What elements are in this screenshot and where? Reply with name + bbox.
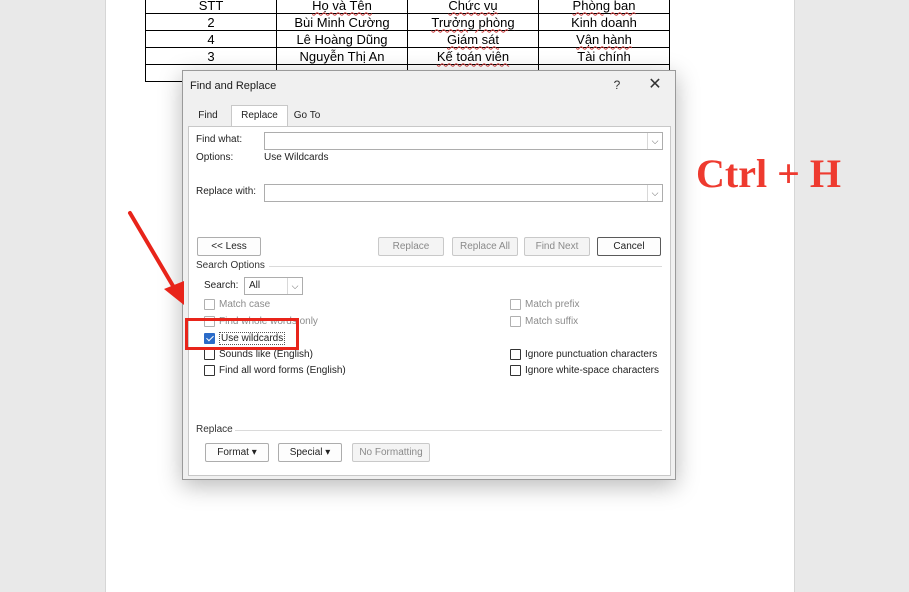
checkbox-label: Ignore punctuation characters xyxy=(525,349,658,360)
table-cell: 2 xyxy=(145,13,277,31)
dialog-title: Find and Replace xyxy=(190,80,277,92)
checkbox-label: Ignore white-space characters xyxy=(525,365,659,376)
table-cell: STT xyxy=(145,0,277,14)
tab-bar: Find Replace Go To xyxy=(187,105,667,126)
chevron-down-icon[interactable]: ⌵ xyxy=(647,133,662,149)
search-options-heading: Search Options xyxy=(196,260,265,271)
table-cell: Kinh doanh xyxy=(538,13,670,31)
table-cell: Vận hành xyxy=(538,30,670,48)
hotkey-annotation: Ctrl + H xyxy=(696,151,841,196)
table-row: 4 Lê Hoàng Dũng Giám sát Vận hành xyxy=(145,30,670,48)
checkbox-label: Match prefix xyxy=(525,299,580,310)
checkbox-box[interactable] xyxy=(510,365,521,376)
table-cell: Bùi Minh Cường xyxy=(276,13,408,31)
search-direction-select[interactable]: All ⌵ xyxy=(244,277,303,295)
options-label: Options: xyxy=(196,152,234,163)
table-row: STT Họ và Tên Chức vụ Phòng ban xyxy=(145,0,670,14)
special-button[interactable]: Special ▾ xyxy=(278,443,342,462)
replace-button[interactable]: Replace xyxy=(378,237,444,256)
table-cell: Chức vụ xyxy=(407,0,539,14)
divider xyxy=(235,430,662,431)
search-direction-value: All xyxy=(249,280,261,291)
format-button[interactable]: Format ▾ xyxy=(205,443,269,462)
table-cell: Trưởng phòng xyxy=(407,13,539,31)
ignore-punctuation-checkbox[interactable]: Ignore punctuation characters xyxy=(510,349,657,360)
table-cell: 3 xyxy=(145,47,277,65)
match-prefix-checkbox[interactable]: Match prefix xyxy=(510,299,579,310)
checkbox-box[interactable] xyxy=(510,299,521,310)
checkbox-label: Sounds like (English) xyxy=(219,349,313,360)
checkbox-box[interactable] xyxy=(510,316,521,327)
find-what-input[interactable]: ⌵ xyxy=(264,132,663,150)
checkbox-box[interactable] xyxy=(510,349,521,360)
match-suffix-checkbox[interactable]: Match suffix xyxy=(510,316,578,327)
match-case-checkbox[interactable]: Match case xyxy=(204,299,270,310)
tab-replace[interactable]: Replace xyxy=(231,105,288,126)
search-label: Search: xyxy=(204,280,239,291)
replace-with-input[interactable]: ⌵ xyxy=(264,184,663,202)
table-row: 2 Bùi Minh Cường Trưởng phòng Kinh doanh xyxy=(145,13,670,31)
table-cell: Giám sát xyxy=(407,30,539,48)
table-cell: Lê Hoàng Dũng xyxy=(276,30,408,48)
divider xyxy=(269,266,662,267)
replace-all-button[interactable]: Replace All xyxy=(452,237,518,256)
cancel-button[interactable]: Cancel xyxy=(597,237,661,256)
find-next-button[interactable]: Find Next xyxy=(524,237,590,256)
sounds-like-checkbox[interactable]: Sounds like (English) xyxy=(204,349,313,360)
highlight-annotation xyxy=(185,318,299,350)
replace-panel: Find what: ⌵ Options: Use Wildcards Repl… xyxy=(188,126,671,476)
table-cell: 4 xyxy=(145,30,277,48)
checkbox-label: Find all word forms (English) xyxy=(219,365,346,376)
no-formatting-button[interactable]: No Formatting xyxy=(352,443,430,462)
chevron-down-icon[interactable]: ⌵ xyxy=(647,185,662,201)
replace-with-label: Replace with: xyxy=(196,186,257,197)
options-value: Use Wildcards xyxy=(264,152,329,163)
ignore-whitespace-checkbox[interactable]: Ignore white-space characters xyxy=(510,365,659,376)
checkbox-box[interactable] xyxy=(204,365,215,376)
replace-section-heading: Replace xyxy=(196,424,233,435)
arrow-icon xyxy=(128,211,184,305)
checkbox-label: Match suffix xyxy=(525,316,579,327)
tab-find[interactable]: Find xyxy=(192,106,224,125)
table-cell: Kế toán viên xyxy=(407,47,539,65)
table-row: 3 Nguyễn Thị An Kế toán viên Tài chính xyxy=(145,47,670,65)
find-what-label: Find what: xyxy=(196,134,243,145)
checkbox-label: Match case xyxy=(219,299,271,310)
close-icon[interactable]: ✕ xyxy=(643,74,667,96)
tab-goto[interactable]: Go To xyxy=(288,106,326,125)
table-cell: Nguyễn Thị An xyxy=(276,47,408,65)
find-replace-dialog: Find and Replace ? ✕ Find Replace Go To … xyxy=(182,70,676,480)
less-button[interactable]: << Less xyxy=(197,237,261,256)
table-cell: Phòng ban xyxy=(538,0,670,14)
all-word-forms-checkbox[interactable]: Find all word forms (English) xyxy=(204,365,346,376)
table-cell: Họ và Tên xyxy=(276,0,408,14)
chevron-down-icon[interactable]: ⌵ xyxy=(287,278,302,294)
help-icon[interactable]: ? xyxy=(607,76,627,94)
table-cell: Tài chính xyxy=(538,47,670,65)
checkbox-box[interactable] xyxy=(204,349,215,360)
checkbox-box[interactable] xyxy=(204,299,215,310)
